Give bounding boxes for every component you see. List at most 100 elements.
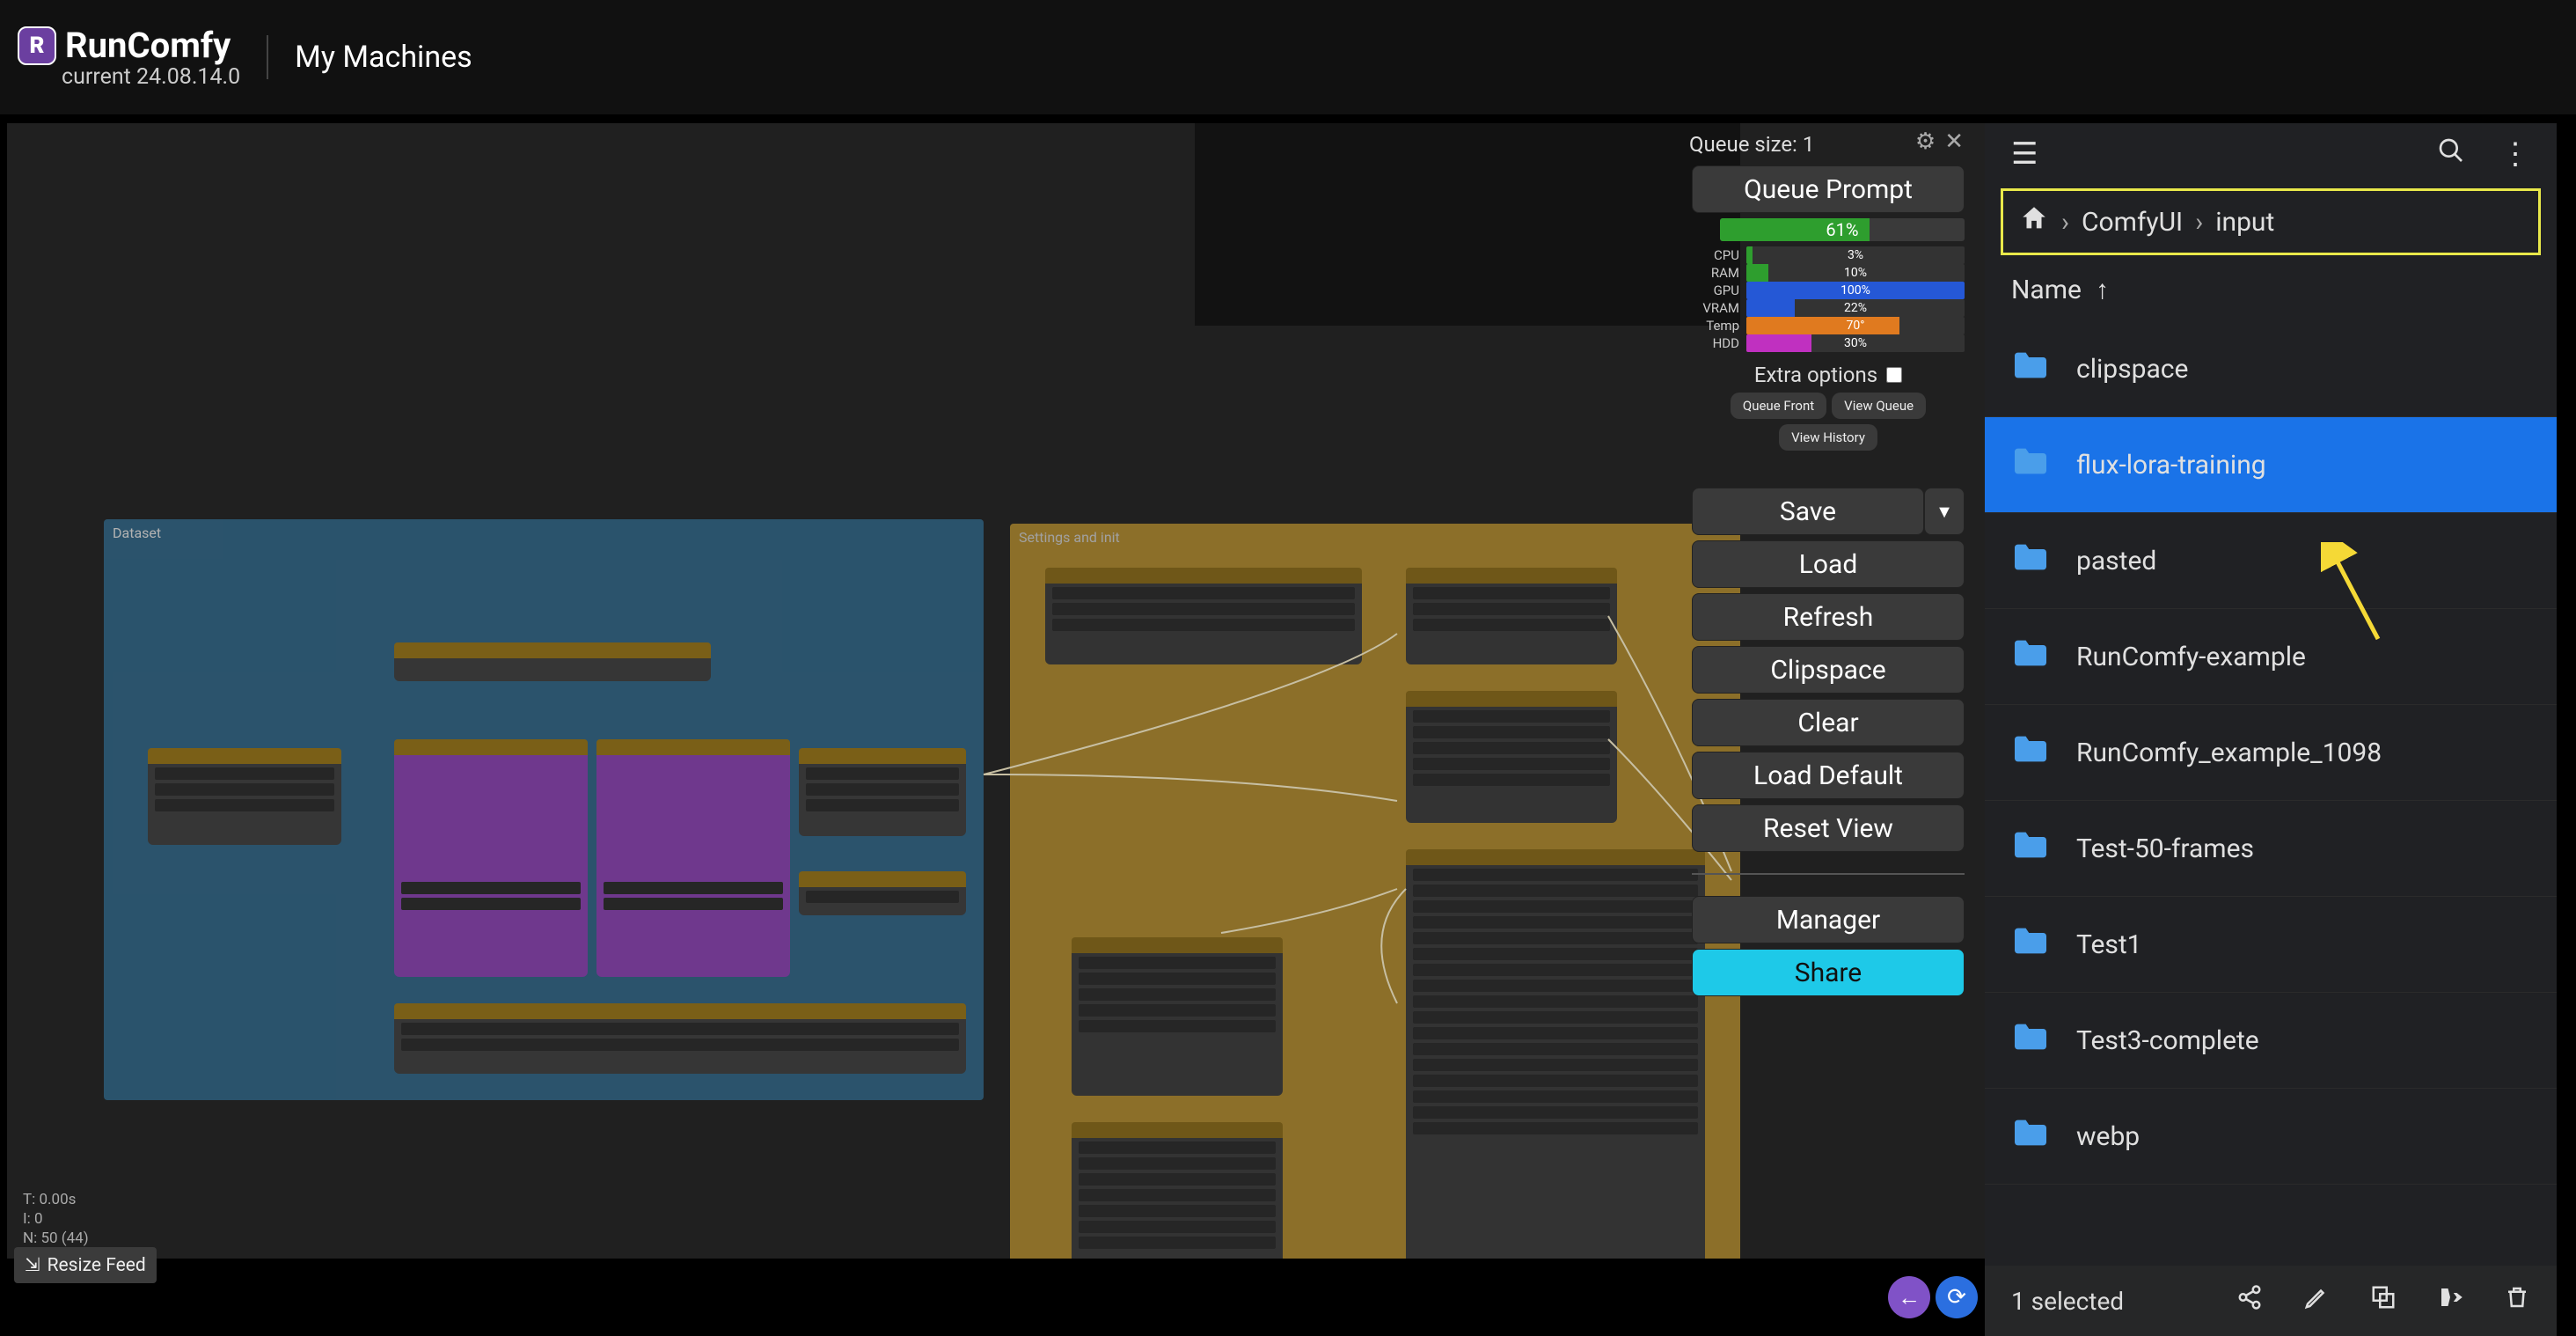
file-panel-top: ☰ ⋮ bbox=[1985, 123, 2557, 185]
folder-item[interactable]: Test1 bbox=[1985, 897, 2557, 993]
name-header-label: Name bbox=[2011, 275, 2082, 305]
clipspace-button[interactable]: Clipspace bbox=[1692, 646, 1965, 694]
group-dataset-label: Dataset bbox=[113, 525, 161, 541]
copy-icon[interactable] bbox=[2370, 1283, 2397, 1318]
more-icon[interactable]: ⋮ bbox=[2500, 136, 2530, 173]
view-queue-button[interactable]: View Queue bbox=[1832, 393, 1926, 419]
sys-label: CPU bbox=[1692, 247, 1739, 263]
sys-value: 30% bbox=[1746, 334, 1965, 352]
sys-bar: 70° bbox=[1746, 317, 1965, 334]
group-settings[interactable]: Settings and init bbox=[1010, 524, 1740, 1259]
share-icon[interactable] bbox=[2236, 1283, 2263, 1318]
folder-name: RunComfy-example bbox=[2076, 642, 2306, 672]
resize-icon: ⇲ bbox=[25, 1254, 40, 1276]
node[interactable] bbox=[394, 1003, 966, 1074]
save-button[interactable]: Save bbox=[1692, 488, 1924, 535]
gear-icon[interactable]: ⚙ bbox=[1915, 128, 1936, 155]
move-icon[interactable] bbox=[2437, 1283, 2463, 1318]
folder-item[interactable]: webp bbox=[1985, 1089, 2557, 1185]
clear-button[interactable]: Clear bbox=[1692, 699, 1965, 746]
breadcrumb-item-0[interactable]: ComfyUI bbox=[2082, 207, 2183, 238]
canvas-stats: T: 0.00s I: 0 N: 50 (44) bbox=[23, 1190, 89, 1248]
folder-item[interactable]: pasted bbox=[1985, 513, 2557, 609]
node[interactable] bbox=[1072, 1122, 1283, 1259]
folder-item[interactable]: Test-50-frames bbox=[1985, 801, 2557, 897]
edit-icon[interactable] bbox=[2303, 1283, 2330, 1318]
sys-bar: 3% bbox=[1746, 246, 1965, 264]
divider bbox=[1692, 873, 1965, 875]
breadcrumb-item-1[interactable]: input bbox=[2215, 207, 2274, 238]
file-panel-bottom-bar: 1 selected bbox=[1985, 1266, 2557, 1336]
sys-label: VRAM bbox=[1692, 300, 1739, 316]
group-settings-label: Settings and init bbox=[1019, 529, 1120, 546]
version-text: current 24.08.14.0 bbox=[62, 64, 240, 90]
folder-item[interactable]: RunComfy-example bbox=[1985, 609, 2557, 705]
folder-item[interactable]: clipspace bbox=[1985, 321, 2557, 417]
group-dataset[interactable]: Dataset bbox=[104, 519, 984, 1100]
node[interactable] bbox=[1406, 691, 1617, 823]
extra-options-checkbox[interactable] bbox=[1886, 367, 1902, 383]
sys-label: Temp bbox=[1692, 318, 1739, 334]
sys-bar: 30% bbox=[1746, 334, 1965, 352]
folder-name: flux-lora-training bbox=[2076, 450, 2266, 481]
node[interactable] bbox=[1072, 937, 1283, 1096]
load-button[interactable]: Load bbox=[1692, 540, 1965, 588]
load-default-button[interactable]: Load Default bbox=[1692, 752, 1965, 799]
menu-icon[interactable]: ☰ bbox=[2011, 136, 2038, 172]
sys-value: 22% bbox=[1746, 299, 1965, 317]
node[interactable] bbox=[394, 739, 588, 977]
sys-row-cpu: CPU 3% bbox=[1692, 246, 1965, 264]
sort-asc-icon: ↑ bbox=[2096, 275, 2109, 305]
sys-row-hdd: HDD30% bbox=[1692, 334, 1965, 352]
folder-item[interactable]: RunComfy_example_1098 bbox=[1985, 705, 2557, 801]
folder-name: Test-50-frames bbox=[2076, 833, 2254, 864]
selected-count: 1 selected bbox=[2011, 1287, 2124, 1316]
resize-feed-button[interactable]: ⇲ Resize Feed bbox=[14, 1247, 157, 1283]
nav-my-machines[interactable]: My Machines bbox=[295, 40, 472, 75]
queue-front-button[interactable]: Queue Front bbox=[1731, 393, 1826, 419]
folder-icon bbox=[2011, 637, 2050, 676]
folder-item[interactable]: Test3-complete bbox=[1985, 993, 2557, 1089]
chevron-right-icon: › bbox=[2061, 207, 2069, 238]
node[interactable] bbox=[1406, 849, 1705, 1259]
folder-name: clipspace bbox=[2076, 354, 2188, 385]
folder-name: Test1 bbox=[2076, 929, 2142, 960]
save-dropdown[interactable]: ▼ bbox=[1924, 488, 1965, 535]
float-buttons: ← ⟳ bbox=[1888, 1276, 1978, 1318]
sys-row-temp: Temp 70° bbox=[1692, 317, 1965, 334]
folder-icon bbox=[2011, 349, 2050, 388]
manager-button[interactable]: Manager bbox=[1692, 896, 1965, 943]
folder-item[interactable]: flux-lora-training bbox=[1985, 417, 2557, 513]
share-button[interactable]: Share bbox=[1692, 949, 1965, 996]
node[interactable] bbox=[1406, 568, 1617, 664]
search-icon[interactable] bbox=[2437, 136, 2465, 173]
queue-prompt-button[interactable]: Queue Prompt bbox=[1692, 165, 1965, 213]
node[interactable] bbox=[799, 871, 966, 915]
refresh-button[interactable]: Refresh bbox=[1692, 593, 1965, 641]
sys-label: GPU bbox=[1692, 283, 1739, 298]
folder-name: webp bbox=[2076, 1121, 2140, 1152]
sys-label: RAM bbox=[1692, 265, 1739, 281]
refresh-circle-button[interactable]: ⟳ bbox=[1936, 1276, 1978, 1318]
sys-value: 3% bbox=[1746, 246, 1965, 264]
view-history-button[interactable]: View History bbox=[1779, 424, 1877, 451]
breadcrumb[interactable]: › ComfyUI › input bbox=[2001, 188, 2541, 255]
close-icon[interactable]: ✕ bbox=[1944, 128, 1964, 155]
chevron-right-icon: › bbox=[2195, 207, 2203, 238]
node[interactable] bbox=[596, 739, 790, 977]
folder-name: pasted bbox=[2076, 546, 2156, 576]
queue-size-label: Queue size: 1 bbox=[1689, 132, 1814, 157]
node[interactable] bbox=[148, 748, 341, 845]
node[interactable] bbox=[394, 642, 711, 681]
extra-options-row: Extra options bbox=[1754, 363, 1902, 387]
column-header-name[interactable]: Name ↑ bbox=[1985, 259, 2557, 321]
node[interactable] bbox=[799, 748, 966, 836]
delete-icon[interactable] bbox=[2504, 1283, 2530, 1318]
divider bbox=[267, 35, 268, 79]
home-icon[interactable] bbox=[2019, 203, 2049, 240]
top-bar: R RunComfy current 24.08.14.0 My Machine… bbox=[0, 0, 2576, 114]
progress-text: 61% bbox=[1720, 218, 1965, 241]
node[interactable] bbox=[1045, 568, 1362, 664]
back-button[interactable]: ← bbox=[1888, 1276, 1930, 1318]
reset-view-button[interactable]: Reset View bbox=[1692, 804, 1965, 852]
